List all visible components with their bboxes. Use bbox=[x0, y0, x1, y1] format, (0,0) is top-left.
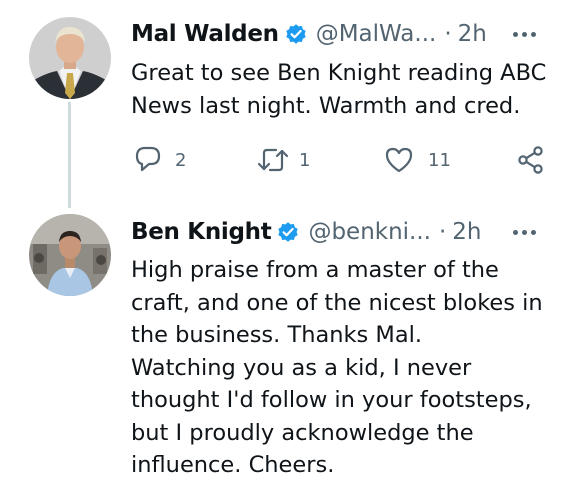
separator-dot: · bbox=[438, 219, 447, 245]
tweet-header: Mal Walden @MalWa... · 2h bbox=[131, 17, 487, 51]
more-icon[interactable] bbox=[513, 24, 547, 44]
tweet-text: High praise from a master of the craft, … bbox=[131, 254, 561, 482]
tweet-text-line: News last night. Warmth and cred. bbox=[131, 92, 521, 119]
share-icon bbox=[518, 146, 543, 174]
tweet-text-line: Great to see Ben Knight reading ABC bbox=[131, 60, 547, 86]
reply-button[interactable]: 2 bbox=[133, 145, 186, 175]
verified-badge-icon bbox=[284, 22, 308, 46]
tweet-text-line: the business. Thanks Mal. bbox=[131, 322, 423, 348]
timestamp[interactable]: 2h bbox=[452, 219, 481, 245]
tweet-text-line: but I proudly acknowledge the bbox=[131, 419, 474, 446]
tweet-mal-walden[interactable]: Mal Walden @MalWa... · 2h Great to see B… bbox=[0, 0, 576, 200]
tweet-header: Ben Knight @benkni... · 2h bbox=[131, 215, 482, 249]
author-name[interactable]: Ben Knight bbox=[131, 219, 272, 245]
tweet-text-line: influence. Cheers. bbox=[131, 452, 335, 478]
verified-badge-icon bbox=[276, 220, 300, 244]
avatar-mal-walden[interactable] bbox=[29, 17, 111, 99]
retweet-button[interactable]: 1 bbox=[256, 145, 310, 175]
tweet-actions: 2 1 11 bbox=[0, 142, 576, 178]
share-button[interactable] bbox=[516, 145, 546, 175]
tweet-text: Great to see Ben Knight reading ABC News… bbox=[131, 57, 561, 122]
timestamp[interactable]: 2h bbox=[458, 21, 487, 47]
tweet-ben-knight[interactable]: Ben Knight @benkni... · 2h High praise f… bbox=[0, 200, 576, 500]
reply-icon bbox=[135, 146, 161, 172]
author-handle[interactable]: @MalWa... bbox=[316, 21, 437, 47]
reply-count: 2 bbox=[175, 149, 187, 171]
author-handle[interactable]: @benkni... bbox=[308, 219, 431, 245]
like-icon bbox=[385, 147, 413, 173]
tweet-text-line: craft, and one of the nicest blokes in bbox=[131, 289, 543, 316]
avatar-ben-knight[interactable] bbox=[29, 214, 111, 296]
retweet-icon bbox=[257, 148, 289, 172]
tweet-text-line: Watching you as a kid, I never bbox=[131, 354, 472, 381]
more-icon[interactable] bbox=[513, 222, 547, 242]
like-count: 11 bbox=[428, 149, 451, 171]
retweet-count: 1 bbox=[299, 149, 311, 171]
like-button[interactable]: 11 bbox=[384, 145, 451, 175]
tweet-text-line: thought I'd follow in your footsteps, bbox=[131, 387, 532, 413]
tweet-text-line: High praise from a master of the bbox=[131, 257, 499, 283]
separator-dot: · bbox=[444, 21, 452, 47]
author-name[interactable]: Mal Walden bbox=[131, 21, 279, 47]
